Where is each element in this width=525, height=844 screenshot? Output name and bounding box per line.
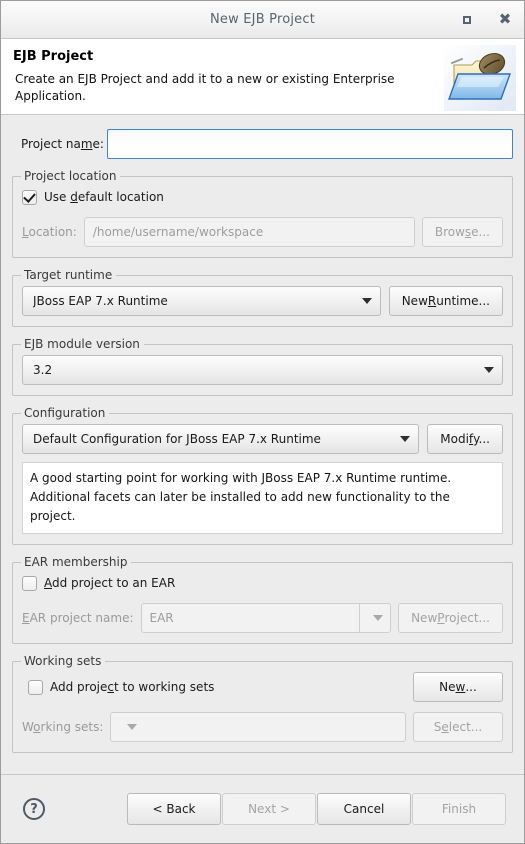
chevron-down-icon bbox=[127, 724, 138, 730]
chevron-down-icon bbox=[373, 615, 384, 621]
project-name-input[interactable] bbox=[107, 129, 513, 159]
page-title: EJB Project bbox=[13, 49, 94, 64]
ejb-module-version-combo[interactable]: 3.2 bbox=[22, 355, 503, 385]
working-sets-combo[interactable] bbox=[110, 712, 406, 742]
use-default-location-label: Use default location bbox=[44, 190, 164, 204]
ear-project-name-row: EAR project name: EAR New Project... bbox=[22, 603, 503, 633]
project-location-legend: Project location bbox=[21, 169, 121, 183]
ejb-module-version-value: 3.2 bbox=[33, 363, 53, 377]
add-project-to-working-sets-check[interactable]: Add project to working sets bbox=[22, 677, 405, 697]
configuration-row: Default Configuration for JBoss EAP 7.x … bbox=[22, 424, 503, 454]
window-title: New EJB Project bbox=[209, 12, 316, 27]
project-name-label: Project name: bbox=[21, 137, 104, 151]
configuration-description: A good starting point for working with J… bbox=[22, 462, 503, 534]
target-runtime-combo[interactable]: JBoss EAP 7.x Runtime bbox=[22, 286, 381, 316]
configuration-legend: Configuration bbox=[21, 406, 110, 420]
ear-project-name-combo[interactable]: EAR bbox=[140, 603, 392, 633]
ejb-module-version-group: EJB module version 3.2 bbox=[12, 337, 513, 396]
use-default-location-row[interactable]: Use default location bbox=[22, 187, 503, 207]
select-working-set-button[interactable]: Se lect... bbox=[413, 712, 503, 742]
next-button[interactable]: Next > bbox=[222, 793, 316, 825]
new-working-set-button[interactable]: Ne w... bbox=[413, 672, 503, 702]
working-sets-legend: Working sets bbox=[21, 654, 106, 668]
page-description: Create an EJB Project and add it to a ne… bbox=[15, 72, 395, 103]
project-location-group: Project location Use default location Lo… bbox=[12, 169, 513, 258]
use-default-location-checkbox[interactable] bbox=[22, 189, 37, 205]
add-project-to-working-sets-label: Add project to working sets bbox=[50, 680, 215, 694]
configuration-combo[interactable]: Default Configuration for JBoss EAP 7.x … bbox=[22, 424, 420, 454]
back-button[interactable]: < Back bbox=[127, 793, 221, 825]
add-project-to-ear-label: Add project to an EAR bbox=[44, 576, 176, 590]
location-row: Location: /home/username/workspace Brow s… bbox=[22, 217, 503, 247]
maximize-button[interactable] bbox=[456, 9, 478, 31]
target-runtime-value: JBoss EAP 7.x Runtime bbox=[33, 294, 168, 308]
wizard-header: EJB Project Create an EJB Project and ad… bbox=[1, 39, 524, 115]
help-icon[interactable]: ? bbox=[23, 798, 45, 820]
finish-button[interactable]: Finish bbox=[412, 793, 506, 825]
ear-membership-legend: EAR membership bbox=[21, 555, 132, 569]
chevron-down-icon bbox=[361, 298, 372, 304]
location-label: Location: bbox=[22, 225, 77, 239]
chevron-down-icon bbox=[484, 367, 494, 373]
configuration-value: Default Configuration for JBoss EAP 7.x … bbox=[33, 432, 321, 446]
add-project-to-ear-row[interactable]: Add project to an EAR bbox=[22, 573, 503, 593]
modify-button[interactable]: Modi f y... bbox=[427, 424, 503, 454]
close-button[interactable]: ✖ bbox=[494, 9, 516, 31]
configuration-group: Configuration Default Configuration for … bbox=[12, 406, 513, 545]
working-sets-group: Working sets Add project to working sets… bbox=[12, 654, 513, 753]
project-name-row: Project name: bbox=[12, 129, 513, 159]
browse-button[interactable]: Brow s e... bbox=[421, 217, 503, 247]
working-sets-row: Working sets: Se lect... bbox=[22, 712, 503, 742]
location-input[interactable]: /home/username/workspace bbox=[83, 217, 415, 247]
folder-with-coffee-bean-icon bbox=[444, 45, 516, 111]
add-project-to-ear-checkbox[interactable] bbox=[22, 575, 37, 591]
ear-project-name-dropdown-button[interactable] bbox=[359, 603, 392, 633]
close-icon: ✖ bbox=[498, 10, 512, 28]
window-controls: ✖ bbox=[456, 1, 516, 38]
target-runtime-group: Target runtime JBoss EAP 7.x Runtime New… bbox=[12, 268, 513, 327]
ear-project-name-value[interactable]: EAR bbox=[140, 603, 360, 633]
ejb-module-version-row: 3.2 bbox=[22, 355, 503, 385]
ear-project-name-label: EAR project name: bbox=[22, 611, 134, 625]
wizard-navigation-buttons: < Back Next > Cancel Finish bbox=[127, 793, 506, 825]
new-ejb-project-dialog: New EJB Project ✖ EJB Project Create an … bbox=[0, 0, 525, 844]
new-project-button[interactable]: New Project... bbox=[398, 603, 503, 633]
ear-membership-group: EAR membership Add project to an EAR EAR… bbox=[12, 555, 513, 644]
new-runtime-button[interactable]: New Runtime... bbox=[388, 286, 503, 316]
target-runtime-legend: Target runtime bbox=[21, 268, 117, 282]
chevron-down-icon bbox=[400, 436, 411, 442]
working-sets-label: Working sets: bbox=[22, 720, 104, 734]
title-bar: New EJB Project ✖ bbox=[1, 1, 524, 39]
cancel-button[interactable]: Cancel bbox=[317, 793, 411, 825]
maximize-icon bbox=[463, 15, 471, 24]
ejb-module-version-legend: EJB module version bbox=[21, 337, 144, 351]
add-project-to-working-sets-row: Add project to working sets Ne w... bbox=[22, 672, 503, 702]
target-runtime-row: JBoss EAP 7.x Runtime New Runtime... bbox=[22, 286, 503, 316]
dialog-footer: ? < Back Next > Cancel Finish bbox=[1, 774, 524, 843]
add-project-to-working-sets-checkbox[interactable] bbox=[28, 679, 43, 695]
wizard-body: Project name: Project location Use defau… bbox=[1, 115, 524, 774]
